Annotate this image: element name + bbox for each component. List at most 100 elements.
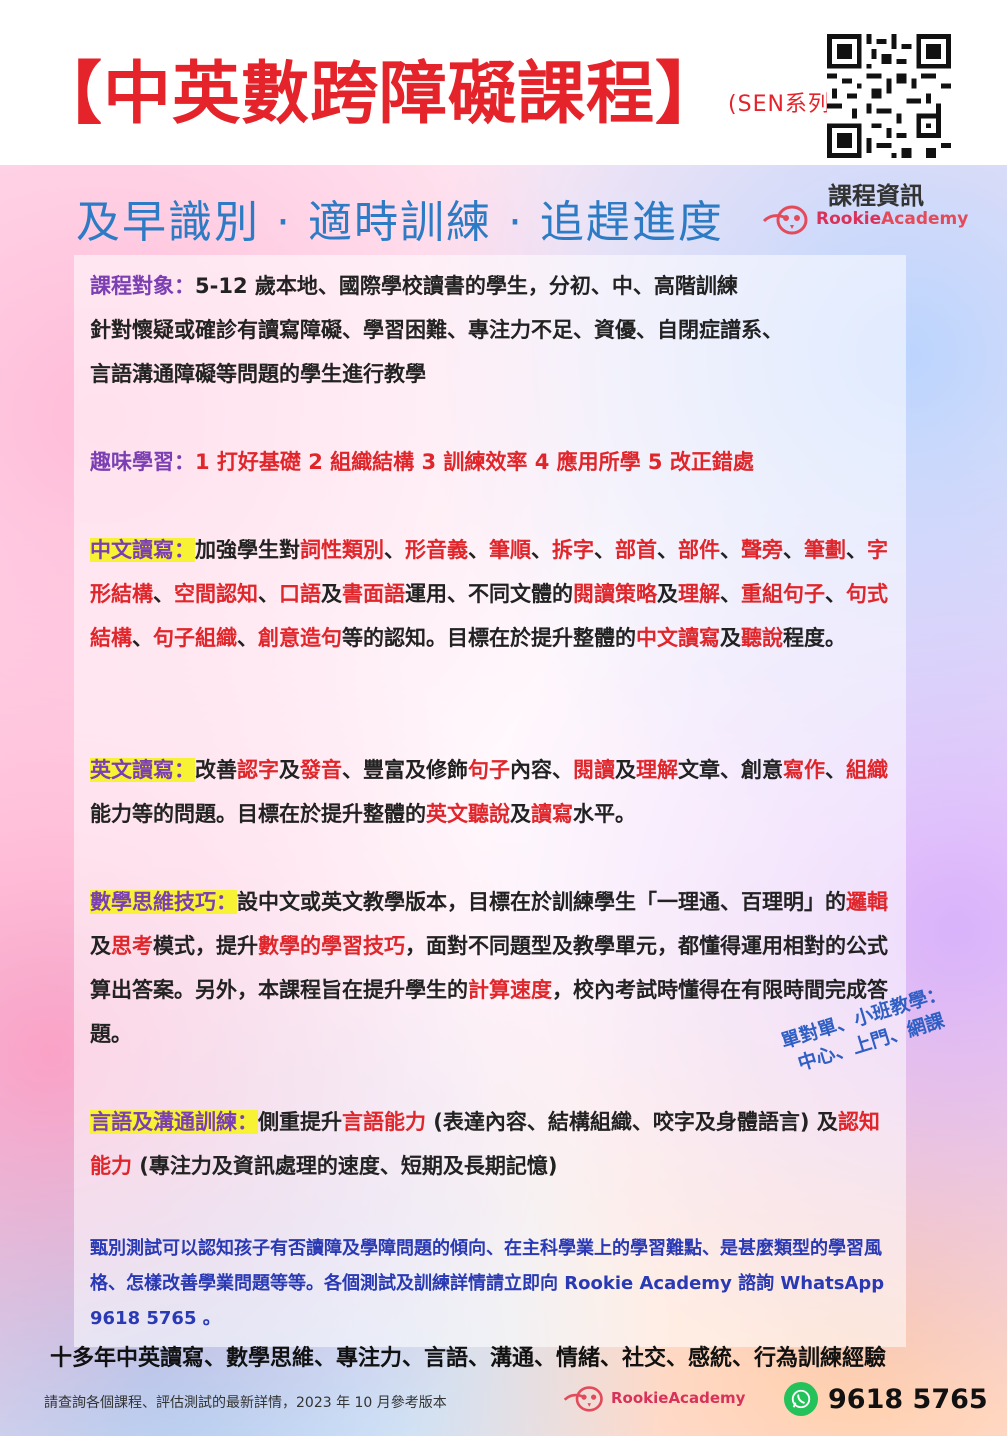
english-label: 英文讀寫：: [90, 758, 195, 782]
english-text: 改善認字及發音、豐富及修飾句子內容、閱讀及理解文章、創意寫作、組織能力等的問題。…: [90, 758, 888, 826]
text-segment: 筆劃: [804, 538, 846, 562]
qr-code-icon[interactable]: [827, 34, 951, 158]
text-segment: 理解: [678, 582, 720, 606]
section-english: 英文讀寫：改善認字及發音、豐富及修飾句子內容、閱讀及理解文章、創意寫作、組織能力…: [90, 748, 900, 836]
brand-prefix-bottom: Rookie: [611, 1389, 669, 1407]
text-segment: 計算速度: [468, 978, 552, 1002]
section-speech: 言語及溝通訓練：側重提升言語能力 (表達內容、結構組織、咬字及身體語言) 及認知…: [90, 1100, 900, 1188]
text-segment: 、: [846, 538, 867, 562]
text-segment: 思考: [111, 934, 153, 958]
target-label: 課程對象：: [90, 274, 195, 298]
text-segment: 發音: [300, 758, 342, 782]
target-line2: 針對懷疑或確診有讀寫障礙、學習困難、專注力不足、資優、自閉症譜系、: [90, 318, 783, 342]
title-text: 【中英數跨障礙課程】: [34, 55, 725, 134]
speech-label: 言語及溝通訓練：: [90, 1110, 258, 1134]
text-segment: 閱讀策略: [573, 582, 657, 606]
brand-suffix: Academy: [881, 209, 969, 229]
experience-line: 十多年中英讀寫、數學思維、專注力、言語、溝通、情緒、社交、感統、行為訓練經驗: [50, 1346, 887, 1371]
header: 【中英數跨障礙課程】 (SEN系列): [0, 0, 1007, 165]
text-segment: 等的認知。目標在於提升整體的: [342, 626, 636, 650]
text-segment: 聲旁: [741, 538, 783, 562]
text-segment: 及: [90, 934, 111, 958]
text-segment: 句子: [468, 758, 510, 782]
text-segment: 空間認知: [174, 582, 258, 606]
text-segment: 寫作: [783, 758, 825, 782]
math-label: 數學思維技巧：: [90, 890, 237, 914]
text-segment: 運用、不同文體的: [405, 582, 573, 606]
text-segment: 詞性類別: [300, 538, 384, 562]
text-segment: 組織: [846, 758, 888, 782]
text-segment: 、: [594, 538, 615, 562]
section-target: 課程對象：5-12 歲本地、國際學校讀書的學生，分初、中、高階訓練 針對懷疑或確…: [90, 264, 900, 396]
text-segment: 、: [384, 538, 405, 562]
brand-logo-top: RookieAcademy: [762, 201, 968, 237]
text-segment: 水平。: [573, 802, 636, 826]
section-chinese: 中文讀寫：加強學生對詞性類別、形音義、筆順、拆字、部首、部件、聲旁、筆劃、字形結…: [90, 528, 900, 660]
text-segment: 、: [531, 538, 552, 562]
text-segment: 及: [321, 582, 342, 606]
text-segment: 形音義: [405, 538, 468, 562]
footer-note: 請查詢各個課程、評估測試的最新詳情，2023 年 10 月參考版本: [44, 1395, 447, 1411]
fun-label: 趣味學習：: [90, 450, 195, 474]
brand-prefix: Rookie: [816, 209, 882, 229]
page-title: 【中英數跨障礙課程】 (SEN系列): [34, 38, 841, 137]
text-segment: 、: [132, 626, 153, 650]
text-segment: 、: [720, 538, 741, 562]
text-segment: 口語: [279, 582, 321, 606]
brand-suffix-bottom: Academy: [668, 1389, 746, 1407]
text-segment: 改善: [195, 758, 237, 782]
text-segment: 、: [783, 538, 804, 562]
text-segment: 設中文或英文教學版本，目標在於訓練學生「一理通、百理明」的: [237, 890, 846, 914]
text-segment: 讀寫: [531, 802, 573, 826]
brand-logo-bottom: RookieAcademy: [563, 1382, 745, 1414]
brand-name: RookieAcademy: [816, 209, 968, 229]
text-segment: 閱讀: [573, 758, 615, 782]
text-segment: 筆順: [489, 538, 531, 562]
text-segment: 部件: [678, 538, 720, 562]
text-segment: 、: [825, 582, 846, 606]
chinese-text: 加強學生對詞性類別、形音義、筆順、拆字、部首、部件、聲旁、筆劃、字形結構、空間認…: [90, 538, 888, 650]
text-segment: 、豐富及修飾: [342, 758, 468, 782]
text-segment: 拆字: [552, 538, 594, 562]
series-label: (SEN系列): [728, 92, 841, 117]
text-segment: 邏輯: [846, 890, 888, 914]
owl-logo-icon: [563, 1386, 603, 1412]
target-line3: 言語溝通障礙等問題的學生進行教學: [90, 362, 426, 386]
text-segment: 理解: [636, 758, 678, 782]
section-fun: 趣味學習：1 打好基礎 2 組織結構 3 訓練效率 4 應用所學 5 改正錯處: [90, 440, 900, 484]
fun-text: 1 打好基礎 2 組織結構 3 訓練效率 4 應用所學 5 改正錯處: [195, 450, 754, 474]
text-segment: 加強學生對: [195, 538, 300, 562]
text-segment: 內容、: [510, 758, 573, 782]
whatsapp-contact[interactable]: 9618 5765: [784, 1380, 988, 1418]
tagline: 及早識別 · 適時訓練 · 追趕進度: [76, 197, 724, 248]
text-segment: (表達內容、結構組織、咬字及身體語言) 及: [426, 1110, 838, 1134]
text-segment: 、: [657, 538, 678, 562]
text-segment: 及: [510, 802, 531, 826]
text-segment: 、: [468, 538, 489, 562]
text-segment: 、: [237, 626, 258, 650]
text-segment: 側重提升: [258, 1110, 342, 1134]
whatsapp-number[interactable]: 9618 5765: [828, 1384, 988, 1415]
text-segment: 中文讀寫: [636, 626, 720, 650]
whatsapp-icon[interactable]: [784, 1382, 818, 1416]
text-segment: 、: [720, 582, 741, 606]
text-segment: 認字: [237, 758, 279, 782]
text-segment: 程度。: [783, 626, 846, 650]
text-segment: 及: [615, 758, 636, 782]
assessment-note: 甄別測試可以認知孩子有否讀障及學障問題的傾向、在主科學業上的學習難點、是甚麼類型…: [90, 1238, 885, 1329]
text-segment: 重組句子: [741, 582, 825, 606]
brand-name-bottom: RookieAcademy: [611, 1389, 745, 1407]
text-segment: 言語能力: [342, 1110, 426, 1134]
text-segment: 英文聽說: [426, 802, 510, 826]
text-segment: 、: [153, 582, 174, 606]
text-segment: (專注力及資訊處理的速度、短期及長期記憶): [132, 1154, 558, 1178]
text-segment: 、: [825, 758, 846, 782]
text-segment: 及: [720, 626, 741, 650]
text-segment: 創意造句: [258, 626, 342, 650]
owl-logo-icon: [762, 205, 808, 235]
text-segment: 及: [279, 758, 300, 782]
text-segment: 數學的學習技巧: [258, 934, 405, 958]
text-segment: 、: [258, 582, 279, 606]
text-segment: 書面語: [342, 582, 405, 606]
text-segment: 部首: [615, 538, 657, 562]
